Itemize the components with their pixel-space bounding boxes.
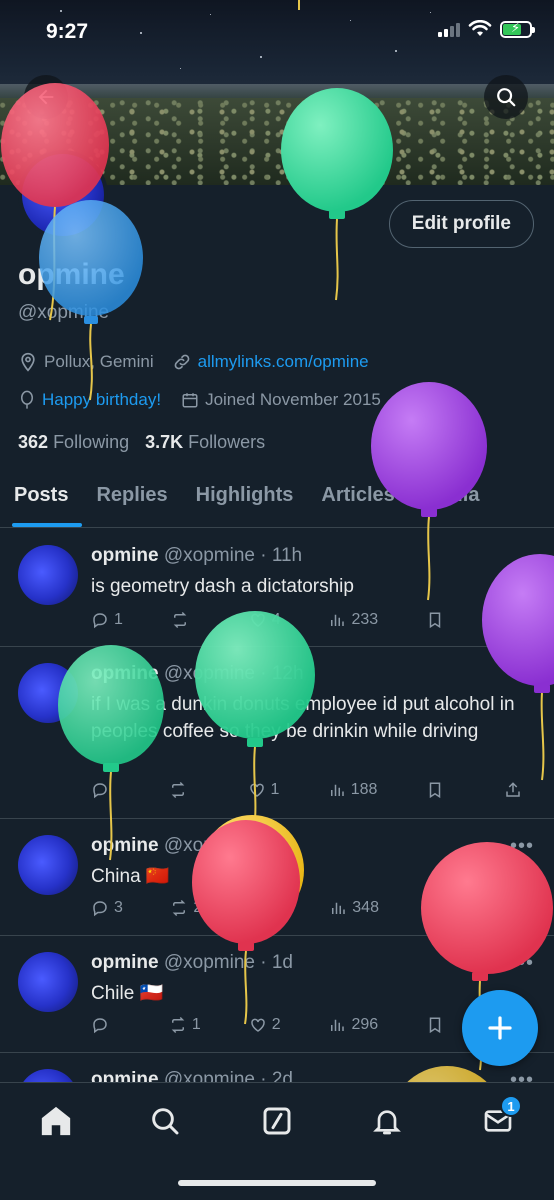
- nav-home[interactable]: [36, 1101, 76, 1141]
- balloon-purple: [371, 382, 487, 601]
- bell-icon: [373, 1110, 401, 1135]
- balloon-green: [195, 611, 315, 831]
- balloon-purple: [482, 554, 554, 781]
- home-icon: [41, 1106, 71, 1136]
- compose-post-button[interactable]: [462, 990, 538, 1066]
- balloon-green: [58, 645, 164, 861]
- home-indicator: [178, 1180, 376, 1186]
- nav-search[interactable]: [145, 1101, 185, 1141]
- balloon-red: [192, 820, 300, 1025]
- balloon-green: [281, 88, 393, 301]
- plus-icon: [488, 1016, 512, 1040]
- messages-badge: 1: [500, 1095, 522, 1117]
- grok-icon: [263, 1107, 291, 1135]
- nav-notifications[interactable]: [367, 1101, 407, 1141]
- balloon-blue: [39, 200, 143, 401]
- nav-messages[interactable]: 1: [478, 1095, 522, 1141]
- search-icon: [152, 1108, 179, 1135]
- nav-grok[interactable]: [257, 1101, 297, 1141]
